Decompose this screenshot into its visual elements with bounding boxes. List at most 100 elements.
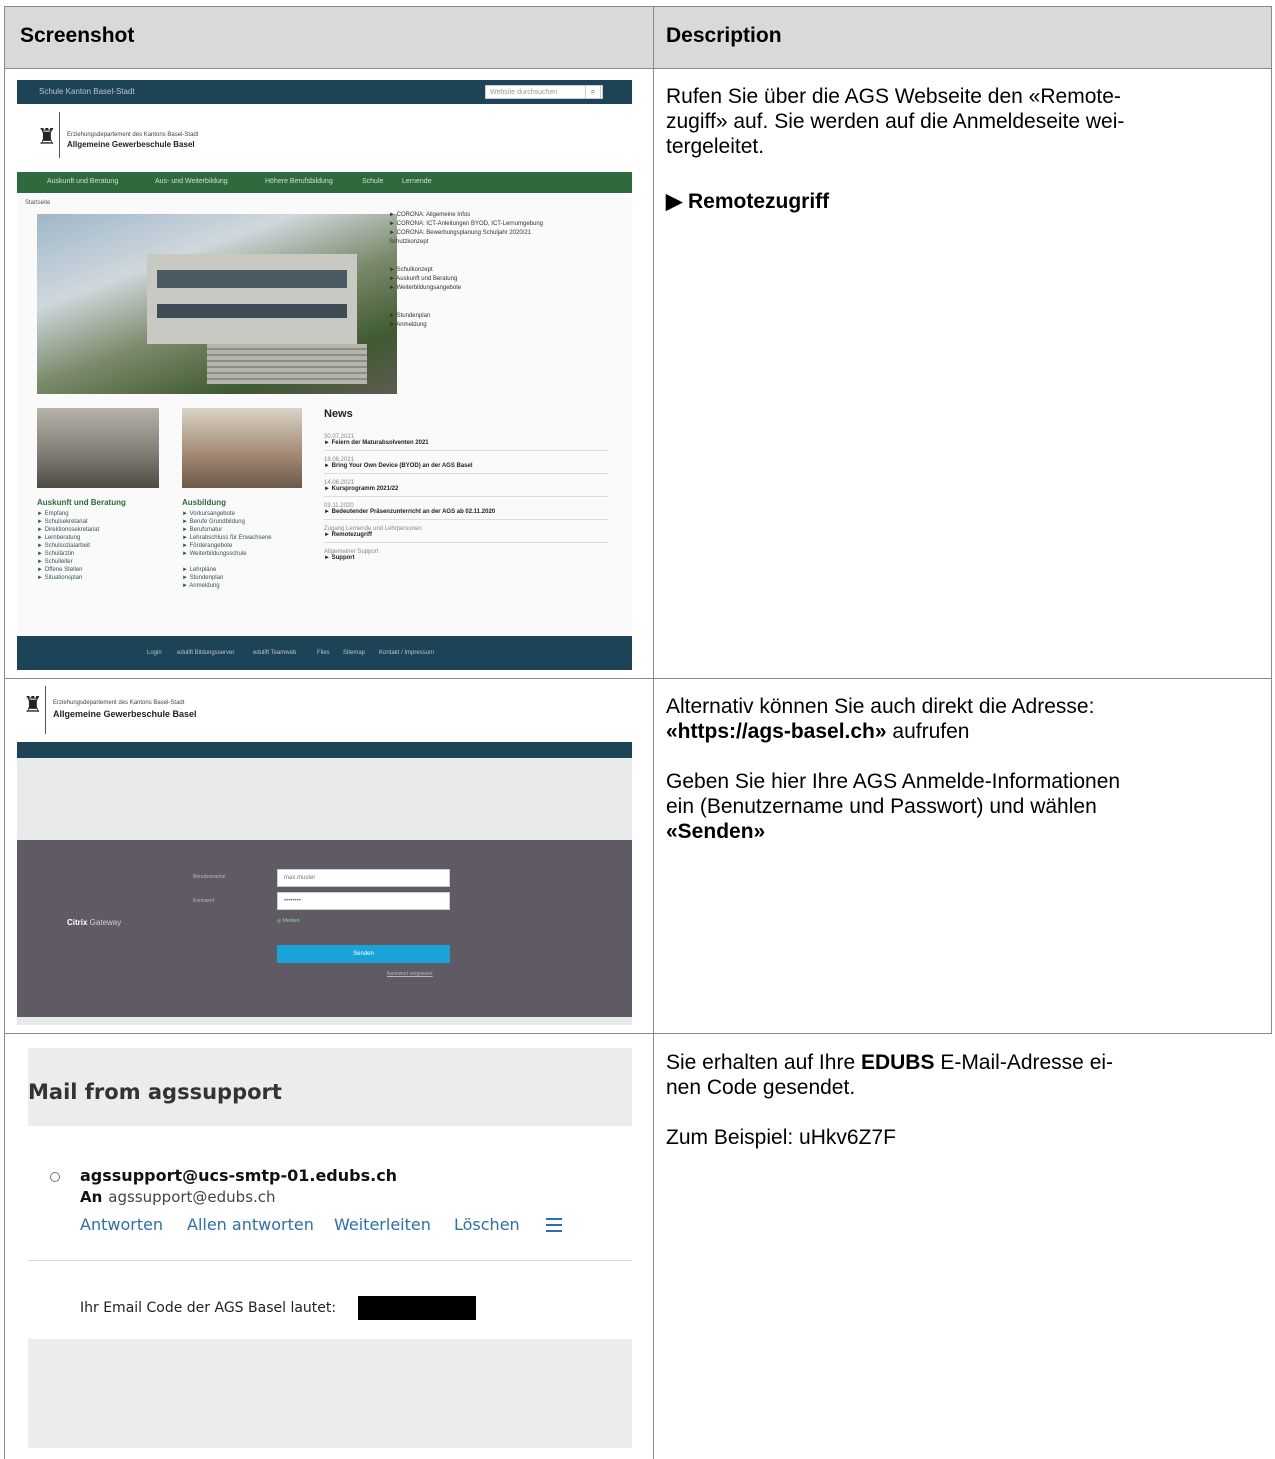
- code-example: Zum Beispiel: uHkv6Z7F: [666, 1126, 896, 1149]
- column-link[interactable]: ► Lehrpläne: [182, 566, 272, 574]
- quick-link[interactable]: ► CORONA: Bewerbungsplanung Schuljahr 20…: [389, 230, 619, 236]
- news-title: News: [324, 408, 353, 420]
- column-link[interactable]: ► Lehrabschluss für Erwachsene: [182, 534, 272, 542]
- breadcrumb[interactable]: Startseite: [25, 200, 50, 206]
- header-description: Description: [666, 24, 782, 47]
- gateway-brand: Citrix Gateway: [67, 918, 122, 927]
- grid-line: [4, 68, 1272, 69]
- news-list: 30.07.2021 ► Feiern der Maturabsolventen…: [324, 428, 609, 565]
- mail-body: Ihr Email Code der AGS Basel lautet:: [80, 1300, 337, 1316]
- remember-checkbox[interactable]: ◎ Merken: [277, 918, 299, 924]
- site-nav: Auskunft und Beratung Aus- und Weiterbil…: [17, 172, 632, 193]
- login-bar: [17, 742, 632, 758]
- desc-line: tergeleitet.: [666, 135, 765, 158]
- column-link[interactable]: ► Empfang: [37, 510, 99, 518]
- mail-message: agssupport@ucs-smtp-01.edubs.ch An agssup…: [28, 1126, 632, 1339]
- support-link[interactable]: ► Support: [324, 555, 609, 565]
- remotezugriff-link[interactable]: ▶ Remotezugriff: [666, 190, 829, 213]
- instruction-table: Screenshot Description Rufen Sie über di…: [0, 0, 1275, 1459]
- footer-link[interactable]: Sitemap: [343, 650, 365, 656]
- quick-link[interactable]: ► Anmeldung: [389, 322, 619, 328]
- school-building-image: [37, 214, 397, 394]
- senden-button[interactable]: Senden: [277, 945, 450, 963]
- select-radio[interactable]: [50, 1172, 60, 1182]
- footer-link[interactable]: Login: [147, 650, 162, 656]
- desc-text: Sie erhalten auf Ihre: [666, 1051, 861, 1074]
- edubs-text: EDUBS: [860, 1051, 935, 1074]
- row3-description: Sie erhalten auf Ihre EDUBS E-Mail-Adres…: [666, 1050, 1256, 1150]
- column-link[interactable]: ► Förderangebote: [182, 542, 272, 550]
- quick-link[interactable]: ► CORONA: Allgemeine Infos: [389, 212, 619, 218]
- mail-screenshot: Mail from agssupport agssupport@ucs-smtp…: [28, 1048, 632, 1448]
- forgot-password-link[interactable]: Kennwort vergessen: [387, 971, 433, 977]
- nav-item[interactable]: Aus- und Weiterbildung: [155, 178, 228, 185]
- column-link[interactable]: ► Berufsmatur: [182, 526, 272, 534]
- column-link[interactable]: ► Stundenplan: [182, 574, 272, 582]
- nav-item[interactable]: Lernende: [402, 178, 432, 185]
- column-link[interactable]: ► Schulleiter: [37, 558, 99, 566]
- delete-button[interactable]: Löschen: [454, 1215, 520, 1234]
- search-icon[interactable]: ⌕: [585, 85, 601, 99]
- column-link[interactable]: ► Lernberatung: [37, 534, 99, 542]
- column-link[interactable]: ► Schulsozialarbeit: [37, 542, 99, 550]
- quick-link-text: Schutzkonzept: [389, 239, 429, 245]
- footer-link[interactable]: Kontakt / Impressum: [379, 650, 434, 656]
- column-link[interactable]: ► Berufe Grundbildung: [182, 518, 272, 526]
- column-link[interactable]: ► Vorkursangebote: [182, 510, 272, 518]
- remotezugriff-link[interactable]: ► Remotezugriff: [324, 532, 609, 543]
- column-link[interactable]: ► Schulsekretariat: [37, 518, 99, 526]
- redacted-code: [358, 1296, 476, 1320]
- table-header: [4, 6, 1272, 68]
- reply-all-button[interactable]: Allen antworten: [187, 1215, 314, 1234]
- footer-link[interactable]: edulift Teamweb: [253, 650, 296, 656]
- room-image: [37, 408, 159, 488]
- password-input[interactable]: ••••••••: [277, 892, 450, 910]
- senden-text: «Senden»: [666, 820, 766, 843]
- site-footer: Login edulift Bildungsserver edulift Tea…: [17, 636, 632, 670]
- url-text: «https://ags-basel.ch»: [666, 720, 887, 743]
- nav-item[interactable]: Schule: [362, 178, 383, 185]
- column-links: ► Empfang ► Schulsekretariat ► Direktion…: [37, 510, 99, 582]
- website-screenshot: Schule Kanton Basel-Stadt Website durchs…: [17, 80, 632, 670]
- nav-item[interactable]: Auskunft und Beratung: [47, 178, 118, 185]
- column-title: Ausbildung: [182, 498, 226, 507]
- grid-line: [4, 6, 1272, 7]
- header-screenshot: Screenshot: [20, 24, 135, 47]
- username-label: Benutzername: [193, 874, 226, 880]
- news-item[interactable]: ► Feiern der Maturabsolventen 2021: [324, 440, 609, 451]
- login-screenshot: ♜ Erziehungsdepartement des Kantons Base…: [17, 680, 632, 1025]
- news-item[interactable]: ► Bring Your Own Device (BYOD) an der AG…: [324, 463, 609, 474]
- quick-link[interactable]: ► CORONA: ICT-Anleitungen BYOD, ICT-Lern…: [389, 221, 619, 227]
- login-school-name: Allgemeine Gewerbeschule Basel: [53, 709, 197, 719]
- menu-icon[interactable]: [546, 1218, 562, 1232]
- password-label: Kennwort: [193, 898, 215, 904]
- grid-line: [653, 6, 654, 1459]
- quick-link[interactable]: ► Stundenplan: [389, 313, 619, 319]
- column-link[interactable]: ► Anmeldung: [182, 582, 272, 590]
- desc-line: ein (Benutzername und Passwort) und wähl…: [666, 795, 1097, 818]
- column-link[interactable]: ► Schulärztin: [37, 550, 99, 558]
- reply-button[interactable]: Antworten: [80, 1215, 163, 1234]
- site-header: [17, 104, 632, 172]
- username-input[interactable]: max.muster: [277, 869, 450, 887]
- column-link[interactable]: ► Situationsplan: [37, 574, 99, 582]
- quick-link[interactable]: ► Auskunft und Beratung: [389, 276, 619, 282]
- footer-link[interactable]: edulift Bildungsserver: [177, 650, 234, 656]
- divider: [28, 1260, 632, 1261]
- row2-description: Alternativ können Sie auch direkt die Ad…: [666, 694, 1256, 844]
- desc-text: aufrufen: [886, 720, 970, 743]
- footer-link[interactable]: Files: [317, 650, 330, 656]
- column-link[interactable]: ► Direktionssekretariat: [37, 526, 99, 534]
- news-item[interactable]: ► Bedeutender Präsenzunterricht an der A…: [324, 509, 609, 520]
- desc-line: zugiff» auf. Sie werden auf die Anmeldes…: [666, 110, 1125, 133]
- mail-title: Mail from agssupport: [28, 1080, 282, 1104]
- forward-button[interactable]: Weiterleiten: [334, 1215, 431, 1234]
- quick-link[interactable]: ► Schulkonzept: [389, 267, 619, 273]
- nav-item[interactable]: Höhere Berufsbildung: [265, 178, 333, 185]
- column-link[interactable]: ► Offene Stellen: [37, 566, 99, 574]
- news-item[interactable]: ► Kursprogramm 2021/22: [324, 486, 609, 497]
- desc-line: Rufen Sie über die AGS Webseite den «Rem…: [666, 85, 1121, 108]
- quick-link[interactable]: ► Weiterbildungsangebote: [389, 285, 619, 291]
- column-link[interactable]: ► Weiterbildungsschule: [182, 550, 272, 558]
- logo-separator: [59, 112, 60, 158]
